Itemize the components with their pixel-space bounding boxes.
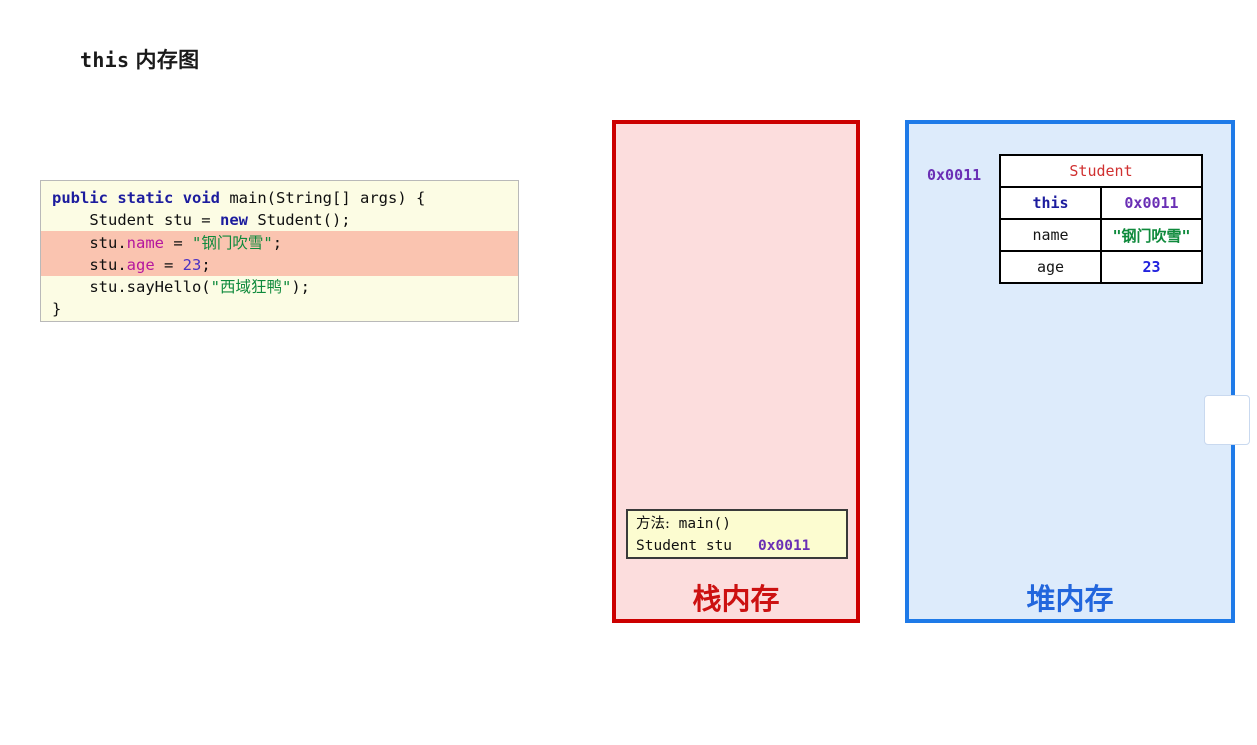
page-title: this 内存图: [80, 44, 199, 74]
heap-field-value-age: 23: [1100, 250, 1203, 284]
page-title-keyword: this: [80, 48, 130, 72]
code-line: public static void main(String[] args) {: [41, 187, 518, 209]
code-token: void: [182, 189, 221, 207]
table-row-age: age 23: [999, 250, 1203, 284]
heap-field-key-age: age: [999, 250, 1102, 284]
stack-memory-label: 栈内存: [692, 582, 780, 616]
code-token: Student stu =: [52, 211, 220, 230]
clipped-edge-box: [1204, 395, 1250, 445]
stack-frame-variable-row: Student stu 0x0011: [636, 535, 846, 557]
heap-field-key-name: name: [999, 218, 1102, 252]
code-token: age: [126, 255, 155, 274]
code-token: 23: [182, 255, 202, 274]
table-row-header: Student: [999, 154, 1203, 188]
heap-memory-label: 堆内存: [1026, 582, 1114, 616]
code-token: new: [219, 211, 248, 230]
code-token: =: [163, 233, 192, 252]
code-block: public static void main(String[] args) {…: [40, 180, 519, 322]
page-title-text: 内存图: [135, 47, 200, 72]
code-token: public: [52, 189, 108, 207]
code-token: stu.: [52, 233, 127, 252]
code-token: stu.: [52, 255, 127, 274]
code-line: Student stu = new Student();: [41, 209, 518, 231]
code-token: stu.sayHello(: [52, 278, 211, 297]
stack-frame-variable: Student stu: [636, 538, 733, 554]
code-line: stu.name = "钢门吹雪";: [41, 232, 518, 254]
heap-field-key-this: this: [999, 186, 1102, 220]
code-line: stu.sayHello("西域狂鸭");: [41, 276, 518, 298]
code-token: name: [126, 233, 164, 252]
heap-object-table: Student this 0x0011 name "钢门吹雪" age 23: [999, 154, 1203, 284]
code-token: ": [210, 278, 220, 297]
stack-frame-method-row: 方法: main(): [636, 513, 846, 535]
code-token: main(String[] args) {: [220, 189, 426, 207]
heap-field-value-this: 0x0011: [1100, 186, 1203, 220]
code-token: Student();: [247, 211, 351, 230]
code-token: ": [263, 233, 273, 252]
stack-frame-address: 0x0011: [758, 538, 811, 554]
heap-memory-box: 0x0011 Student this 0x0011 name "钢门吹雪" a…: [905, 120, 1235, 623]
code-line: stu.age = 23;: [41, 254, 518, 276]
code-token: 西域狂鸭: [219, 278, 282, 297]
code-line: }: [41, 298, 518, 320]
code-token: 钢门吹雪: [201, 233, 264, 252]
stack-frame-main: 方法: main() Student stu 0x0011: [626, 509, 848, 559]
code-token: );: [291, 278, 311, 297]
heap-object-table-body: Student this 0x0011 name "钢门吹雪" age 23: [999, 154, 1203, 284]
code-token: ": [282, 278, 292, 297]
code-token: ;: [272, 233, 283, 252]
heap-field-value-name: "钢门吹雪": [1100, 218, 1203, 252]
stack-memory-box: 方法: main() Student stu 0x0011 栈内存: [612, 120, 860, 623]
code-token: ;: [201, 255, 211, 274]
table-row-this: this 0x0011: [999, 186, 1203, 220]
code-token: static: [117, 189, 174, 207]
stack-frame-method-label: 方法:: [636, 516, 670, 532]
code-token: ": [191, 233, 202, 252]
code-lines: public static void main(String[] args) {…: [41, 187, 518, 321]
heap-object-address-label: 0x0011: [927, 166, 982, 184]
table-row-name: name "钢门吹雪": [999, 218, 1203, 252]
code-token: =: [154, 255, 183, 274]
heap-object-class-name: Student: [999, 154, 1203, 188]
stack-frame-method-name: main(): [669, 516, 731, 532]
code-token: }: [52, 300, 62, 319]
